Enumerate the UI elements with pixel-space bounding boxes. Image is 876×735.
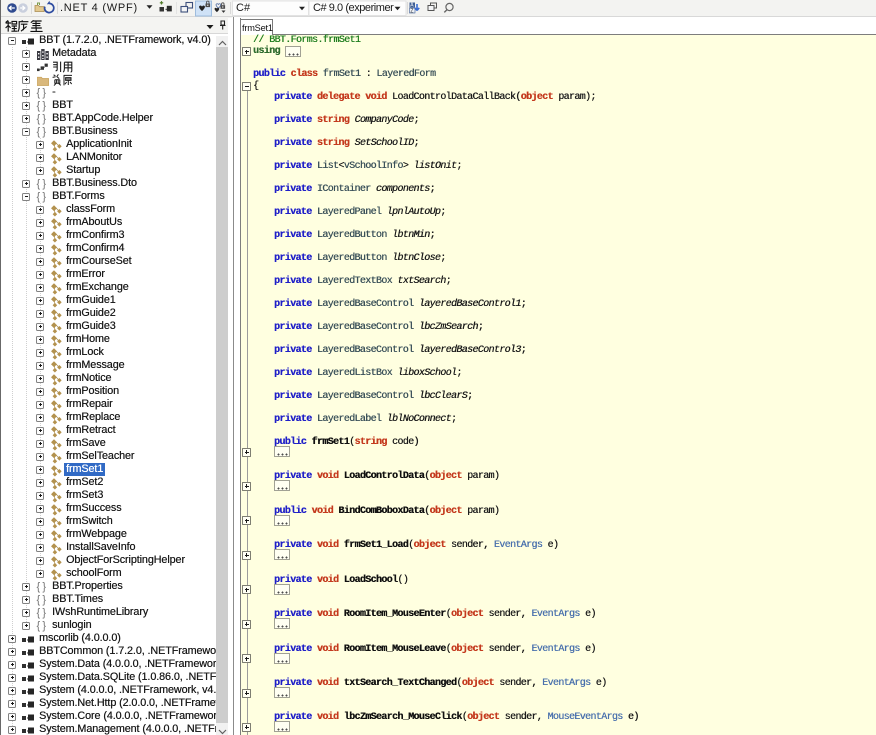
svg-text:Z: Z — [410, 8, 413, 14]
